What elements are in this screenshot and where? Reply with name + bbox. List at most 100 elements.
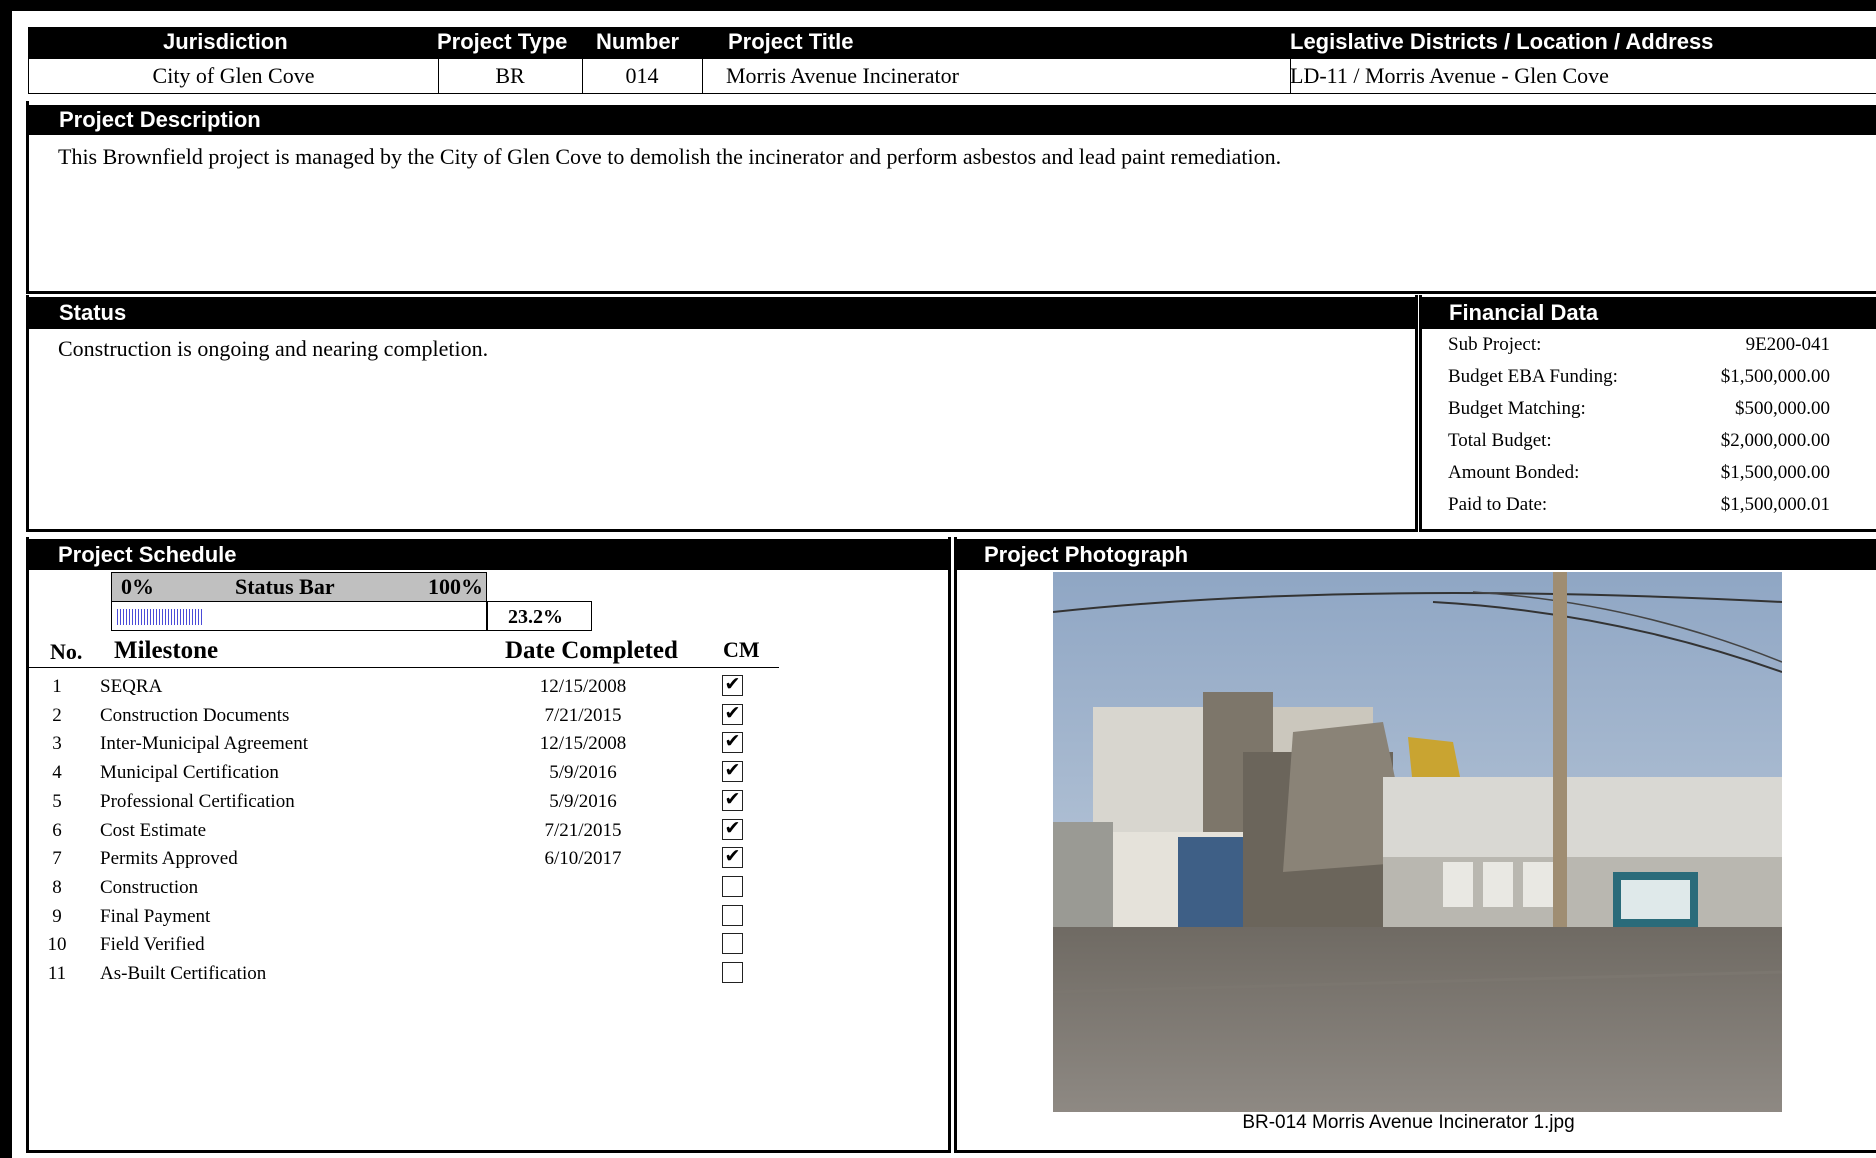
cm-checkbox[interactable]: ✔ [722,732,743,754]
milestone-date: 5/9/2016 [549,762,617,784]
list-item: 8 Construction [0,874,769,902]
list-item: 7 Permits Approved 6/10/2017 ✔ [0,845,769,873]
milestone-name: Final Payment [100,905,211,927]
milestone-no: 6 [52,819,62,841]
milestone-date: 12/15/2008 [539,676,627,697]
status-bar-value: 23.2% [487,601,592,631]
milestone-name: Construction [100,876,199,898]
project-type-value: BR [438,59,583,93]
photo-title-bar: Project Photograph [957,539,1876,570]
col-date-completed: Date Completed [505,637,678,664]
milestone-list: 1 SEQRA 12/15/2008 ✔ 2 Construction Document… [0,673,789,984]
milestone-no: 1 [52,676,62,697]
photo-title: Project Photograph [984,542,1189,567]
project-photo [1053,572,1782,1112]
milestone-date: 7/21/2015 [544,704,622,726]
col-cm: CM [723,637,760,662]
cm-checkbox[interactable] [722,875,743,897]
col-milestone: Milestone [114,637,219,664]
list-item: 2 Construction Documents 7/21/2015 ✔ [0,702,769,730]
col-jurisdiction: Jurisdiction [163,29,288,54]
status-panel: Status Construction is ongoing and neari… [26,295,1418,532]
status-title-bar: Status [29,297,1415,329]
fin-label: Budget Matching: [1448,398,1586,419]
milestone-name: Cost Estimate [100,819,207,841]
cm-checkbox[interactable] [722,933,743,955]
number-value: 014 [582,59,703,93]
fin-label: Budget EBA Funding: [1448,366,1618,387]
col-project-title: Project Title [728,29,854,54]
fin-value: $500,000.00 [1735,398,1830,419]
list-item: 5 Professional Certification 5/9/2016 ✔ [0,788,769,816]
milestone-no: 2 [52,704,62,726]
jurisdiction-value: City of Glen Cove [29,59,439,93]
cm-checkbox[interactable] [722,904,743,926]
fin-label: Amount Bonded: [1448,462,1580,483]
milestone-no: 3 [52,733,62,755]
status-text: Construction is ongoing and nearing comp… [58,336,489,361]
list-item: 4 Municipal Certification 5/9/2016 ✔ [0,759,769,787]
milestone-header: No. Milestone Date Completed CM [29,635,779,668]
milestone-date: 12/15/2008 [539,733,627,755]
cm-checkbox[interactable] [722,962,743,983]
fin-value: $1,500,000.00 [1720,366,1830,387]
list-item: 9 Final Payment [0,903,769,931]
milestone-no: 8 [52,876,62,898]
list-item: 11 As-Built Certification [0,960,769,988]
fin-label: Total Budget: [1448,430,1552,451]
cm-checkbox[interactable]: ✔ [722,703,743,725]
milestone-name: Permits Approved [100,848,238,870]
project-title-value: Morris Avenue Incinerator [702,59,1291,93]
status-title: Status [59,300,127,325]
fin-label: Sub Project: [1448,334,1542,355]
milestone-no: 11 [47,963,67,984]
cm-checkbox[interactable]: ✔ [722,847,743,869]
fin-value: $1,500,000.00 [1720,462,1830,483]
milestone-no: 9 [52,905,62,927]
cm-checkbox[interactable]: ✔ [722,675,743,696]
cm-checkbox[interactable]: ✔ [722,818,743,840]
cm-checkbox[interactable]: ✔ [722,761,743,783]
milestone-no: 5 [52,790,62,812]
status-bar-header: 0% Status Bar 100% [111,572,487,602]
milestone-name: As-Built Certification [100,963,267,984]
photo-caption: BR-014 Morris Avenue Incinerator 1.jpg [1242,1112,1575,1133]
col-number: Number [596,29,680,54]
milestone-no: 7 [52,848,62,870]
milestone-name: Inter-Municipal Agreement [100,733,309,755]
cm-checkbox[interactable]: ✔ [722,789,743,811]
description-title: Project Description [59,107,261,132]
fin-label: Paid to Date: [1448,494,1548,515]
header-bar: Jurisdiction Project Type Number Project… [28,27,1876,59]
header-values-row: City of Glen Cove BR 014 Morris Avenue I… [28,59,1876,94]
status-bar-label: Status Bar [235,574,335,599]
schedule-panel: Project Schedule 0% Status Bar 100% 23.2… [26,537,951,1153]
description-title-bar: Project Description [29,105,1876,135]
financial-title: Financial Data [1449,300,1599,325]
milestone-date: 5/9/2016 [549,790,617,812]
list-item: 6 Cost Estimate 7/21/2015 ✔ [0,817,769,845]
location-value: LD-11 / Morris Avenue - Glen Cove [1290,63,1609,88]
milestone-name: Professional Certification [100,790,295,812]
status-bar-max: 100% [428,574,483,599]
milestone-no: 10 [47,934,67,956]
milestone-name: Construction Documents [100,704,290,726]
financial-title-bar: Financial Data [1422,297,1876,329]
milestone-name: Field Verified [100,934,205,956]
milestone-name: Municipal Certification [100,762,279,784]
fin-value: 9E200-041 [1745,334,1830,355]
status-bar-track [111,601,487,631]
financial-panel: Financial Data Sub Project: 9E200-041 Bud… [1419,295,1876,532]
status-bar-value-text: 23.2% [508,606,563,628]
milestone-date: 6/10/2017 [544,848,622,870]
fin-value: $2,000,000.00 [1720,430,1830,451]
list-item: 3 Inter-Municipal Agreement 12/15/2008 ✔ [0,730,769,758]
schedule-title-bar: Project Schedule [29,539,948,570]
milestone-no: 4 [52,762,62,784]
col-location: Legislative Districts / Location / Addre… [1290,29,1714,54]
status-bar-min: 0% [121,574,154,599]
milestone-date: 7/21/2015 [544,819,622,841]
description-panel: Project Description This Brownfield proj… [26,101,1876,294]
col-no: No. [50,639,83,664]
list-item: 1 SEQRA 12/15/2008 ✔ [0,673,769,701]
